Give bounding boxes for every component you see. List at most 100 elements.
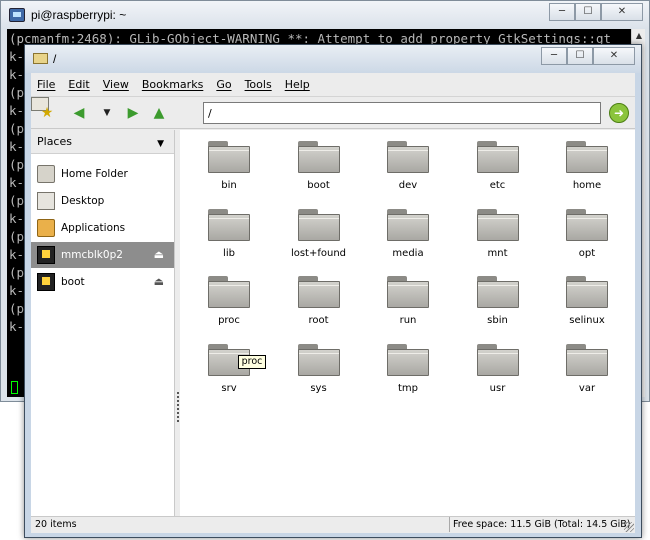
folder-item[interactable]: bin bbox=[189, 134, 269, 198]
eject-icon[interactable]: ⏏ bbox=[154, 269, 164, 295]
folder-item[interactable]: dev bbox=[368, 134, 448, 198]
go-arrow-icon: ➜ bbox=[613, 106, 625, 120]
folder-item[interactable]: boot bbox=[279, 134, 359, 198]
terminal-line-fragment: (p bbox=[9, 121, 25, 136]
terminal-titlebar[interactable]: pi@raspberrypi: ~ ─ ☐ ✕ bbox=[1, 1, 649, 29]
folder-item[interactable]: proc bbox=[189, 269, 269, 333]
folder-name: mnt bbox=[487, 247, 508, 259]
folder-item[interactable]: var bbox=[547, 337, 627, 401]
terminal-cursor bbox=[11, 381, 18, 394]
folder-icon bbox=[208, 141, 250, 173]
folder-icon bbox=[387, 141, 429, 173]
folder-item[interactable]: home bbox=[547, 134, 627, 198]
file-manager-client: File Edit View Bookmarks Go Tools Help ★… bbox=[31, 73, 635, 533]
minimize-button[interactable]: ─ bbox=[549, 3, 575, 21]
back-arrow-icon: ◀ bbox=[73, 105, 85, 121]
desktop-icon bbox=[37, 192, 55, 210]
fm-minimize-button[interactable]: ─ bbox=[541, 47, 567, 65]
folder-icon bbox=[566, 208, 608, 241]
folder-item[interactable]: sbin bbox=[458, 269, 538, 333]
folder-name: media bbox=[392, 247, 424, 259]
terminal-line-fragment: (p bbox=[9, 265, 25, 280]
tooltip: proc bbox=[238, 355, 266, 369]
place-applications[interactable]: Applications bbox=[31, 215, 174, 241]
folder-icon bbox=[476, 343, 519, 376]
folder-item[interactable]: etc bbox=[458, 134, 538, 198]
scroll-up-icon[interactable]: ▲ bbox=[632, 29, 646, 43]
folder-icon bbox=[208, 208, 250, 241]
folder-name: etc bbox=[489, 180, 506, 191]
back-button[interactable]: ◀ bbox=[69, 103, 89, 123]
file-manager-window: / ─ ☐ ✕ File Edit View Bookmarks Go Tool… bbox=[24, 44, 642, 538]
up-arrow-icon: ▲ bbox=[153, 105, 165, 121]
folder-icon bbox=[33, 53, 48, 64]
folder-view[interactable]: bin boot dev etc home lib lost+found media mnt op… bbox=[180, 130, 635, 516]
folder-item[interactable]: opt bbox=[547, 202, 627, 266]
toolbar: ★ ◀ ▼ ▶ ▲ ➜ bbox=[31, 97, 635, 129]
place-home-folder[interactable]: Home Folder bbox=[31, 161, 174, 187]
close-button[interactable]: ✕ bbox=[601, 3, 643, 21]
path-input[interactable] bbox=[203, 102, 601, 124]
parent-folder-button[interactable]: ▲ bbox=[149, 103, 169, 123]
folder-icon bbox=[476, 208, 519, 241]
places-dropdown-icon[interactable]: ▼ bbox=[157, 132, 164, 156]
terminal-line-fragment: k- bbox=[9, 103, 25, 118]
places-label: Places bbox=[37, 135, 72, 148]
menu-tools[interactable]: Tools bbox=[245, 78, 272, 91]
folder-name: tmp bbox=[397, 382, 418, 394]
folder-item[interactable]: selinux bbox=[547, 269, 627, 333]
folder-item[interactable]: lost+found bbox=[279, 202, 359, 266]
maximize-icon: ☐ bbox=[583, 6, 593, 17]
maximize-icon: ☐ bbox=[575, 50, 585, 61]
fm-maximize-button[interactable]: ☐ bbox=[567, 47, 593, 65]
forward-button[interactable]: ▶ bbox=[123, 103, 143, 123]
folder-name: selinux bbox=[569, 315, 605, 326]
menu-view[interactable]: View bbox=[103, 78, 129, 91]
folder-item[interactable]: root bbox=[279, 269, 359, 333]
history-dropdown-button[interactable]: ▼ bbox=[97, 103, 117, 123]
folder-name: boot bbox=[307, 180, 330, 191]
menu-file[interactable]: File bbox=[37, 78, 55, 91]
folder-name: lost+found bbox=[290, 247, 347, 259]
go-button[interactable]: ➜ bbox=[609, 103, 629, 123]
folder-item[interactable]: lib bbox=[189, 202, 269, 266]
statusbar: 20 items Free space: 11.5 GiB (Total: 14… bbox=[31, 516, 635, 533]
item-count: 20 items bbox=[35, 519, 77, 530]
folder-icon bbox=[566, 276, 608, 308]
menu-go[interactable]: Go bbox=[216, 78, 231, 91]
menu-bookmarks[interactable]: Bookmarks bbox=[142, 78, 203, 91]
folder-name: lib bbox=[223, 247, 235, 259]
menu-help[interactable]: Help bbox=[285, 78, 310, 91]
folder-item[interactable]: media bbox=[368, 202, 448, 266]
terminal-line-fragment: (p bbox=[9, 157, 25, 172]
folder-item[interactable]: run bbox=[368, 269, 448, 333]
folder-name: bin bbox=[221, 180, 237, 191]
place-label: Applications bbox=[61, 222, 126, 234]
file-manager-titlebar[interactable]: / ─ ☐ ✕ bbox=[25, 45, 641, 73]
menu-edit[interactable]: Edit bbox=[68, 78, 89, 91]
places-header[interactable]: Places ▼ bbox=[31, 130, 174, 154]
sd-card-icon bbox=[37, 246, 55, 264]
folder-name: sbin bbox=[487, 315, 508, 326]
terminal-caption-buttons: ─ ☐ ✕ bbox=[549, 3, 643, 21]
resize-grip[interactable] bbox=[624, 522, 634, 532]
place-desktop[interactable]: Desktop bbox=[31, 188, 174, 214]
place-boot[interactable]: boot ⏏ bbox=[31, 269, 174, 295]
home-folder-icon bbox=[37, 165, 55, 183]
window-title: / bbox=[53, 52, 57, 66]
folder-name: dev bbox=[398, 180, 418, 191]
place-mmcblk0p2[interactable]: mmcblk0p2 ⏏ bbox=[31, 242, 174, 268]
maximize-button[interactable]: ☐ bbox=[575, 3, 601, 21]
eject-icon[interactable]: ⏏ bbox=[154, 242, 164, 268]
folder-name: home bbox=[572, 180, 602, 191]
close-icon: ✕ bbox=[609, 50, 619, 61]
folder-item[interactable]: mnt bbox=[458, 202, 538, 266]
fm-close-button[interactable]: ✕ bbox=[593, 47, 635, 65]
folder-item[interactable]: usr bbox=[458, 337, 538, 401]
splitter-grip[interactable] bbox=[177, 392, 179, 422]
folder-item[interactable]: tmp bbox=[368, 337, 448, 401]
new-tab-button[interactable]: ★ bbox=[37, 103, 57, 123]
close-icon: ✕ bbox=[617, 6, 627, 17]
folder-item[interactable]: sys bbox=[279, 337, 359, 401]
terminal-line-fragment: k- bbox=[9, 175, 25, 190]
